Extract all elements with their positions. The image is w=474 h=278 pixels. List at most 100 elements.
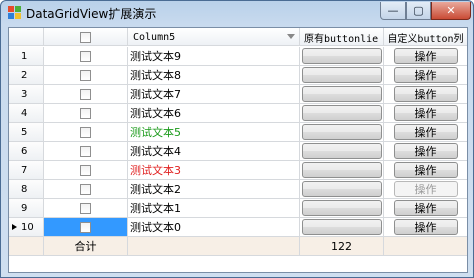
column-header-button-col[interactable]: 原有buttonlie	[300, 28, 384, 46]
row-header-cell[interactable]: 1	[9, 47, 44, 65]
column-header-custom-button-col[interactable]: 自定义button列	[384, 28, 467, 46]
row-button[interactable]	[301, 181, 382, 197]
row-header-cell[interactable]: 6	[9, 142, 44, 160]
text-cell[interactable]: 测试文本8	[128, 66, 300, 84]
row-checkbox[interactable]	[80, 202, 91, 214]
checkbox-cell[interactable]	[44, 85, 128, 103]
row-header-cell[interactable]: 7	[9, 161, 44, 179]
operate-button[interactable]: 操作	[393, 162, 458, 178]
row-button[interactable]	[301, 67, 382, 83]
minimize-button[interactable]: —	[380, 2, 406, 20]
table-row[interactable]: 9 测试文本1 操作	[9, 199, 467, 218]
top-left-header-cell[interactable]	[9, 28, 44, 46]
row-header-cell[interactable]: 5	[9, 123, 44, 141]
close-button[interactable]: ✕	[431, 2, 471, 20]
custom-button-cell[interactable]: 操作	[384, 218, 467, 236]
text-cell[interactable]: 测试文本7	[128, 85, 300, 103]
button-cell[interactable]	[300, 66, 384, 84]
row-checkbox[interactable]	[80, 164, 91, 176]
button-cell[interactable]	[300, 123, 384, 141]
custom-button-cell[interactable]: 操作	[384, 123, 467, 141]
column-header-column5[interactable]: Column5	[128, 28, 300, 46]
row-checkbox[interactable]	[80, 107, 91, 119]
custom-button-cell[interactable]: 操作	[384, 47, 467, 65]
text-cell[interactable]: 测试文本1	[128, 199, 300, 217]
row-button[interactable]	[301, 162, 382, 178]
row-checkbox[interactable]	[80, 145, 91, 157]
button-cell[interactable]	[300, 85, 384, 103]
custom-button-cell[interactable]: 操作	[384, 161, 467, 179]
custom-button-cell[interactable]: 操作	[384, 104, 467, 122]
text-cell[interactable]: 测试文本6	[128, 104, 300, 122]
text-cell[interactable]: 测试文本9	[128, 47, 300, 65]
checkbox-cell[interactable]	[44, 218, 128, 236]
row-button[interactable]	[301, 143, 382, 159]
text-cell[interactable]: 测试文本2	[128, 180, 300, 198]
row-header-cell[interactable]: 2	[9, 66, 44, 84]
button-cell[interactable]	[300, 199, 384, 217]
row-header-cell[interactable]: 3	[9, 85, 44, 103]
table-row[interactable]: 6 测试文本4 操作	[9, 142, 467, 161]
button-cell[interactable]	[300, 161, 384, 179]
operate-button[interactable]: 操作	[393, 105, 458, 121]
checkbox-cell[interactable]	[44, 161, 128, 179]
checkbox-cell[interactable]	[44, 104, 128, 122]
row-checkbox[interactable]	[80, 126, 91, 138]
button-cell[interactable]	[300, 180, 384, 198]
row-button[interactable]	[301, 200, 382, 216]
custom-button-cell[interactable]: 操作	[384, 66, 467, 84]
row-checkbox[interactable]	[80, 69, 91, 81]
text-cell[interactable]: 测试文本0	[128, 218, 300, 236]
custom-button-cell[interactable]: 操作	[384, 142, 467, 160]
button-cell[interactable]	[300, 142, 384, 160]
row-header-cell[interactable]: 8	[9, 180, 44, 198]
checkbox-cell[interactable]	[44, 123, 128, 141]
table-row[interactable]: 4 测试文本6 操作	[9, 104, 467, 123]
row-button[interactable]	[301, 48, 382, 64]
table-row[interactable]: 2 测试文本8 操作	[9, 66, 467, 85]
button-cell[interactable]	[300, 47, 384, 65]
row-header-cell[interactable]: 4	[9, 104, 44, 122]
operate-button[interactable]: 操作	[393, 219, 458, 235]
row-button[interactable]	[301, 219, 382, 235]
row-checkbox[interactable]	[80, 183, 91, 195]
select-all-checkbox[interactable]	[80, 31, 91, 43]
custom-button-cell[interactable]: 操作	[384, 199, 467, 217]
checkbox-cell[interactable]	[44, 199, 128, 217]
row-header-cell[interactable]: 9	[9, 199, 44, 217]
table-row[interactable]: 10 测试文本0 操作	[9, 218, 467, 237]
row-button[interactable]	[301, 124, 382, 140]
checkbox-cell[interactable]	[44, 47, 128, 65]
table-row[interactable]: 5 测试文本5 操作	[9, 123, 467, 142]
row-checkbox[interactable]	[80, 50, 91, 62]
header-select-all-cell[interactable]	[44, 28, 128, 46]
title-bar[interactable]: DataGridView扩展演示 — ▢ ✕	[1, 1, 473, 25]
button-cell[interactable]	[300, 104, 384, 122]
row-button[interactable]	[301, 86, 382, 102]
operate-button[interactable]: 操作	[393, 48, 458, 64]
custom-button-cell[interactable]: 操作	[384, 85, 467, 103]
operate-button[interactable]: 操作	[393, 143, 458, 159]
row-checkbox[interactable]	[80, 221, 91, 233]
row-header-cell[interactable]: 10	[9, 218, 44, 236]
operate-button[interactable]: 操作	[393, 124, 458, 140]
table-row[interactable]: 7 测试文本3 操作	[9, 161, 467, 180]
text-cell[interactable]: 测试文本5	[128, 123, 300, 141]
row-button[interactable]	[301, 105, 382, 121]
checkbox-cell[interactable]	[44, 142, 128, 160]
operate-button[interactable]: 操作	[393, 200, 458, 216]
checkbox-cell[interactable]	[44, 180, 128, 198]
custom-button-cell[interactable]: 操作	[384, 180, 467, 198]
text-cell[interactable]: 测试文本4	[128, 142, 300, 160]
row-checkbox[interactable]	[80, 88, 91, 100]
table-row[interactable]: 3 测试文本7 操作	[9, 85, 467, 104]
data-grid-view[interactable]: Column5 原有buttonlie 自定义button列 1 测试文本9 操…	[8, 27, 468, 273]
operate-button[interactable]: 操作	[393, 86, 458, 102]
operate-button[interactable]: 操作	[393, 67, 458, 83]
table-row[interactable]: 1 测试文本9 操作	[9, 47, 467, 66]
text-cell[interactable]: 测试文本3	[128, 161, 300, 179]
button-cell[interactable]	[300, 218, 384, 236]
maximize-button[interactable]: ▢	[406, 2, 431, 20]
table-row[interactable]: 8 测试文本2 操作	[9, 180, 467, 199]
checkbox-cell[interactable]	[44, 66, 128, 84]
